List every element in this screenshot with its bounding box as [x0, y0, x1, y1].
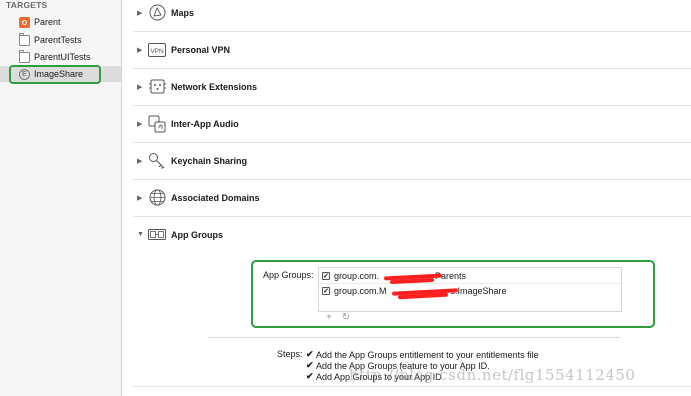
- disclosure-right-icon[interactable]: ▶: [137, 83, 147, 91]
- disclosure-right-icon[interactable]: ▶: [137, 120, 147, 128]
- app-group-suffix: s.ImageShare: [450, 286, 507, 296]
- capability-row-personal-vpn[interactable]: ▶ VPN Personal VPN: [133, 31, 691, 69]
- maps-icon: [148, 4, 166, 22]
- app-groups-toolbar: + ↻: [318, 311, 620, 323]
- disclosure-right-icon[interactable]: ▶: [137, 157, 147, 165]
- checkmark-icon: ✔: [306, 349, 314, 359]
- refresh-button[interactable]: ↻: [342, 312, 350, 323]
- add-button[interactable]: +: [326, 312, 332, 323]
- inter-app-audio-icon: [148, 115, 166, 133]
- divider: [133, 386, 691, 387]
- capability-label: Personal VPN: [171, 44, 231, 55]
- capability-label: Inter-App Audio: [171, 118, 239, 129]
- disclosure-down-icon[interactable]: ▼: [137, 231, 147, 238]
- checkmark-icon: ✔: [306, 360, 314, 370]
- capability-row-keychain-sharing[interactable]: ▶ Keychain Sharing: [133, 142, 691, 180]
- app-target-icon: [19, 16, 30, 28]
- app-groups-label: App Groups:: [263, 270, 314, 280]
- checkmark-icon: ✔: [306, 371, 314, 381]
- capability-label: Keychain Sharing: [171, 155, 248, 166]
- disclosure-right-icon[interactable]: ▶: [137, 9, 147, 17]
- capability-label: App Groups: [171, 229, 223, 240]
- targets-sidebar: TARGETS Parent ParentTests ParentUITests…: [0, 0, 122, 396]
- divider: [208, 337, 620, 338]
- capability-label: Network Extensions: [171, 81, 258, 92]
- checkbox[interactable]: ✓: [322, 287, 330, 295]
- folder-icon: [19, 32, 30, 46]
- selection-highlight-box: [9, 65, 101, 84]
- capability-row-app-groups[interactable]: ▼ App Groups: [133, 216, 691, 253]
- keychain-icon: [148, 152, 166, 170]
- target-item-parenttests[interactable]: ParentTests: [0, 32, 121, 48]
- capability-row-maps[interactable]: ▶ Maps: [133, 0, 691, 32]
- capabilities-pane: ▶ Maps ▶ VPN Personal VPN ▶ Network Exte…: [122, 0, 691, 396]
- step-item: ✔ Add the App Groups entitlement to your…: [306, 349, 539, 360]
- app-groups-list[interactable]: ✓ group.com. Parents ✓ group.com.M s.Image…: [318, 267, 622, 312]
- globe-icon: [148, 189, 166, 207]
- checkbox[interactable]: ✓: [322, 272, 330, 280]
- target-item-parent[interactable]: Parent: [0, 14, 121, 30]
- target-label: Parent: [34, 17, 61, 27]
- network-extensions-icon: [148, 78, 166, 96]
- target-item-parentuitests[interactable]: ParentUITests: [0, 49, 121, 65]
- watermark: http://blog.csdn.net/flg1554112450: [349, 366, 636, 384]
- disclosure-right-icon[interactable]: ▶: [137, 194, 147, 202]
- disclosure-right-icon[interactable]: ▶: [137, 46, 147, 54]
- targets-header: TARGETS: [6, 0, 48, 10]
- capability-row-network-extensions[interactable]: ▶ Network Extensions: [133, 68, 691, 106]
- step-text: Add the App Groups entitlement to your e…: [316, 349, 539, 360]
- vpn-icon: VPN: [148, 41, 166, 59]
- capability-label: Associated Domains: [171, 192, 260, 203]
- app-groups-icon: [148, 226, 166, 244]
- svg-text:VPN: VPN: [150, 48, 164, 55]
- capability-label: Maps: [171, 7, 195, 18]
- app-group-prefix: group.com.M: [334, 286, 387, 296]
- app-group-prefix: group.com.: [334, 271, 380, 281]
- folder-icon: [19, 49, 30, 63]
- steps-label: Steps:: [277, 349, 303, 359]
- capability-row-inter-app-audio[interactable]: ▶ Inter-App Audio: [133, 105, 691, 143]
- target-label: ParentTests: [34, 35, 82, 45]
- target-label: ParentUITests: [34, 52, 91, 62]
- capability-row-associated-domains[interactable]: ▶ Associated Domains: [133, 179, 691, 217]
